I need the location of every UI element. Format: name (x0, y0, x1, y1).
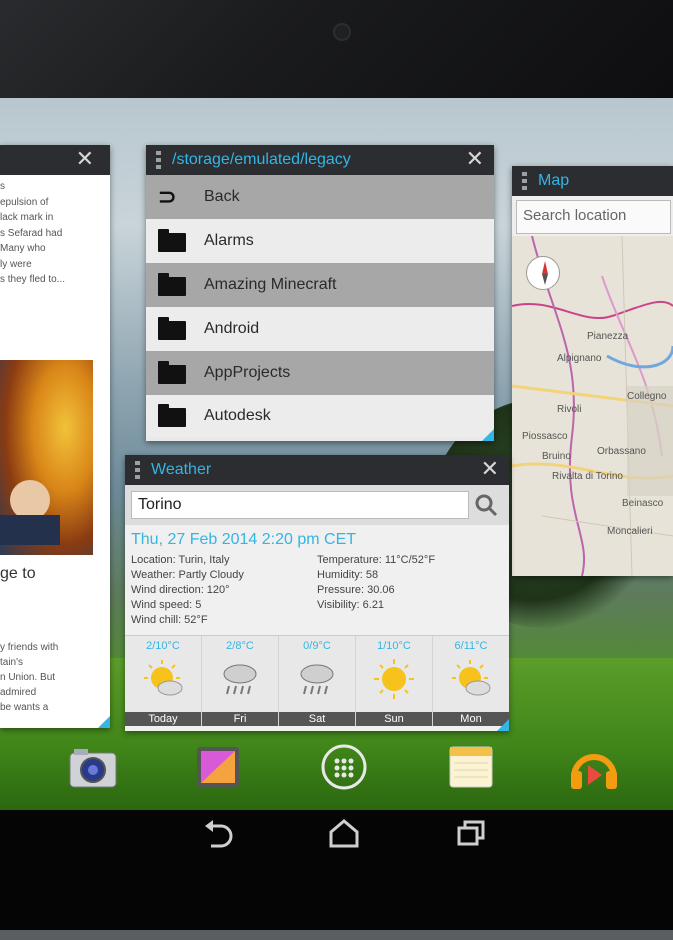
file-manager-window: /storage/emulated/legacy ✕ ⊃ Back Alarms… (146, 145, 494, 441)
map-place-label: Collegno (627, 391, 667, 402)
forecast-day[interactable]: 2/8°C Fri (202, 636, 279, 726)
list-item-back[interactable]: ⊃ Back (146, 175, 494, 219)
weather-details: Location: Turin, Italy Weather: Partly Cl… (125, 551, 509, 635)
weather-date: Thu, 27 Feb 2014 2:20 pm CET (131, 531, 357, 548)
forecast-day[interactable]: 1/10°C Sun (356, 636, 433, 726)
weather-titlebar[interactable]: Weather ✕ (125, 455, 509, 485)
forecast-day[interactable]: 6/11°C Mon (433, 636, 509, 726)
front-camera (333, 23, 351, 41)
cartoon-suit (0, 515, 60, 545)
tablet-bezel-edge (0, 930, 673, 940)
drag-grip-icon[interactable] (156, 151, 162, 169)
music-icon[interactable] (566, 743, 622, 798)
partly-cloudy-icon (144, 660, 183, 696)
map-place-label: Piossasco (522, 431, 568, 442)
list-item[interactable]: Amazing Minecraft (146, 263, 494, 307)
back-icon[interactable] (203, 818, 237, 853)
folder-icon (158, 229, 186, 252)
forecast-strip: 2/10°C Today 2/8°C Fri 0/9°C Sat 1/10°C … (125, 635, 509, 726)
forecast-day[interactable]: 2/10°C Today (125, 636, 202, 726)
cartoon-face (10, 480, 50, 520)
partly-cloudy-icon (452, 660, 491, 696)
gallery-icon[interactable] (193, 743, 243, 796)
sunny-icon (374, 659, 414, 699)
map-title: Map (538, 172, 570, 189)
news-cartoon-image[interactable] (0, 360, 93, 555)
notes-icon[interactable] (446, 743, 496, 796)
rain-icon (223, 664, 257, 695)
news-heading[interactable]: ge to (0, 565, 36, 583)
map-place-label: Beinasco (622, 498, 664, 509)
recents-icon[interactable] (455, 818, 489, 853)
resize-handle[interactable] (482, 429, 494, 441)
weather-details-right: Temperature: 11°C/52°F Humidity: 58 Press… (317, 554, 436, 611)
folder-icon (158, 273, 186, 296)
search-icon (475, 494, 498, 517)
map-window: Map Search location Pianezza Alpignano R… (512, 166, 673, 576)
camera-icon[interactable] (66, 743, 120, 796)
drag-grip-icon[interactable] (135, 461, 141, 479)
search-button[interactable] (469, 491, 503, 519)
weather-title: Weather (151, 461, 212, 478)
weather-search-bar: Torino (125, 485, 509, 525)
map-place-label: Rivalta di Torino (552, 471, 623, 482)
list-item[interactable]: Android (146, 307, 494, 351)
folder-icon (158, 317, 186, 340)
map-place-label: Bruino (542, 451, 571, 462)
folder-icon (158, 404, 186, 427)
apps-icon[interactable] (319, 743, 369, 796)
compass-icon[interactable] (526, 256, 560, 290)
map-search-input[interactable]: Search location (516, 200, 671, 234)
weather-window: Weather ✕ Torino Thu, 27 Feb 2014 2:20 p… (125, 455, 509, 731)
home-icon[interactable] (327, 818, 361, 853)
list-item[interactable]: Autodesk (146, 395, 494, 437)
map-titlebar[interactable]: Map (512, 166, 673, 196)
file-manager-path: /storage/emulated/legacy (172, 151, 351, 168)
rain-icon (300, 664, 334, 695)
news-titlebar[interactable]: ✕ (0, 145, 110, 175)
tablet-bezel-top (0, 0, 673, 100)
map-place-label: Pianezza (587, 331, 629, 342)
map-place-label: Alpignano (557, 353, 602, 364)
close-icon[interactable]: ✕ (76, 148, 94, 170)
news-window: ✕ s epulsion of lack mark in s Sefarad ha… (0, 145, 110, 728)
resize-handle[interactable] (98, 716, 110, 728)
map-canvas[interactable]: Pianezza Alpignano Rivoli Collegno Pioss… (512, 236, 673, 576)
drag-grip-icon[interactable] (522, 172, 528, 190)
news-article-text: s epulsion of lack mark in s Sefarad had M… (0, 181, 66, 285)
news-article-text-2: y friends with tain's n Union. But admired… (0, 642, 59, 713)
close-icon[interactable]: ✕ (466, 148, 484, 170)
weather-details-left: Location: Turin, Italy Weather: Partly Cl… (131, 554, 244, 626)
close-icon[interactable]: ✕ (481, 458, 499, 480)
list-item[interactable]: AppProjects (146, 351, 494, 395)
back-arrow-icon: ⊃ (158, 184, 177, 209)
map-place-label: Rivoli (557, 404, 582, 415)
list-item[interactable]: Alarms (146, 219, 494, 263)
map-place-label: Orbassano (597, 446, 646, 457)
file-manager-titlebar[interactable]: /storage/emulated/legacy ✕ (146, 145, 494, 175)
map-place-label: Moncalieri (607, 526, 653, 537)
folder-icon (158, 361, 186, 384)
city-input[interactable]: Torino (131, 491, 469, 519)
forecast-day[interactable]: 0/9°C Sat (279, 636, 356, 726)
resize-handle[interactable] (497, 719, 509, 731)
